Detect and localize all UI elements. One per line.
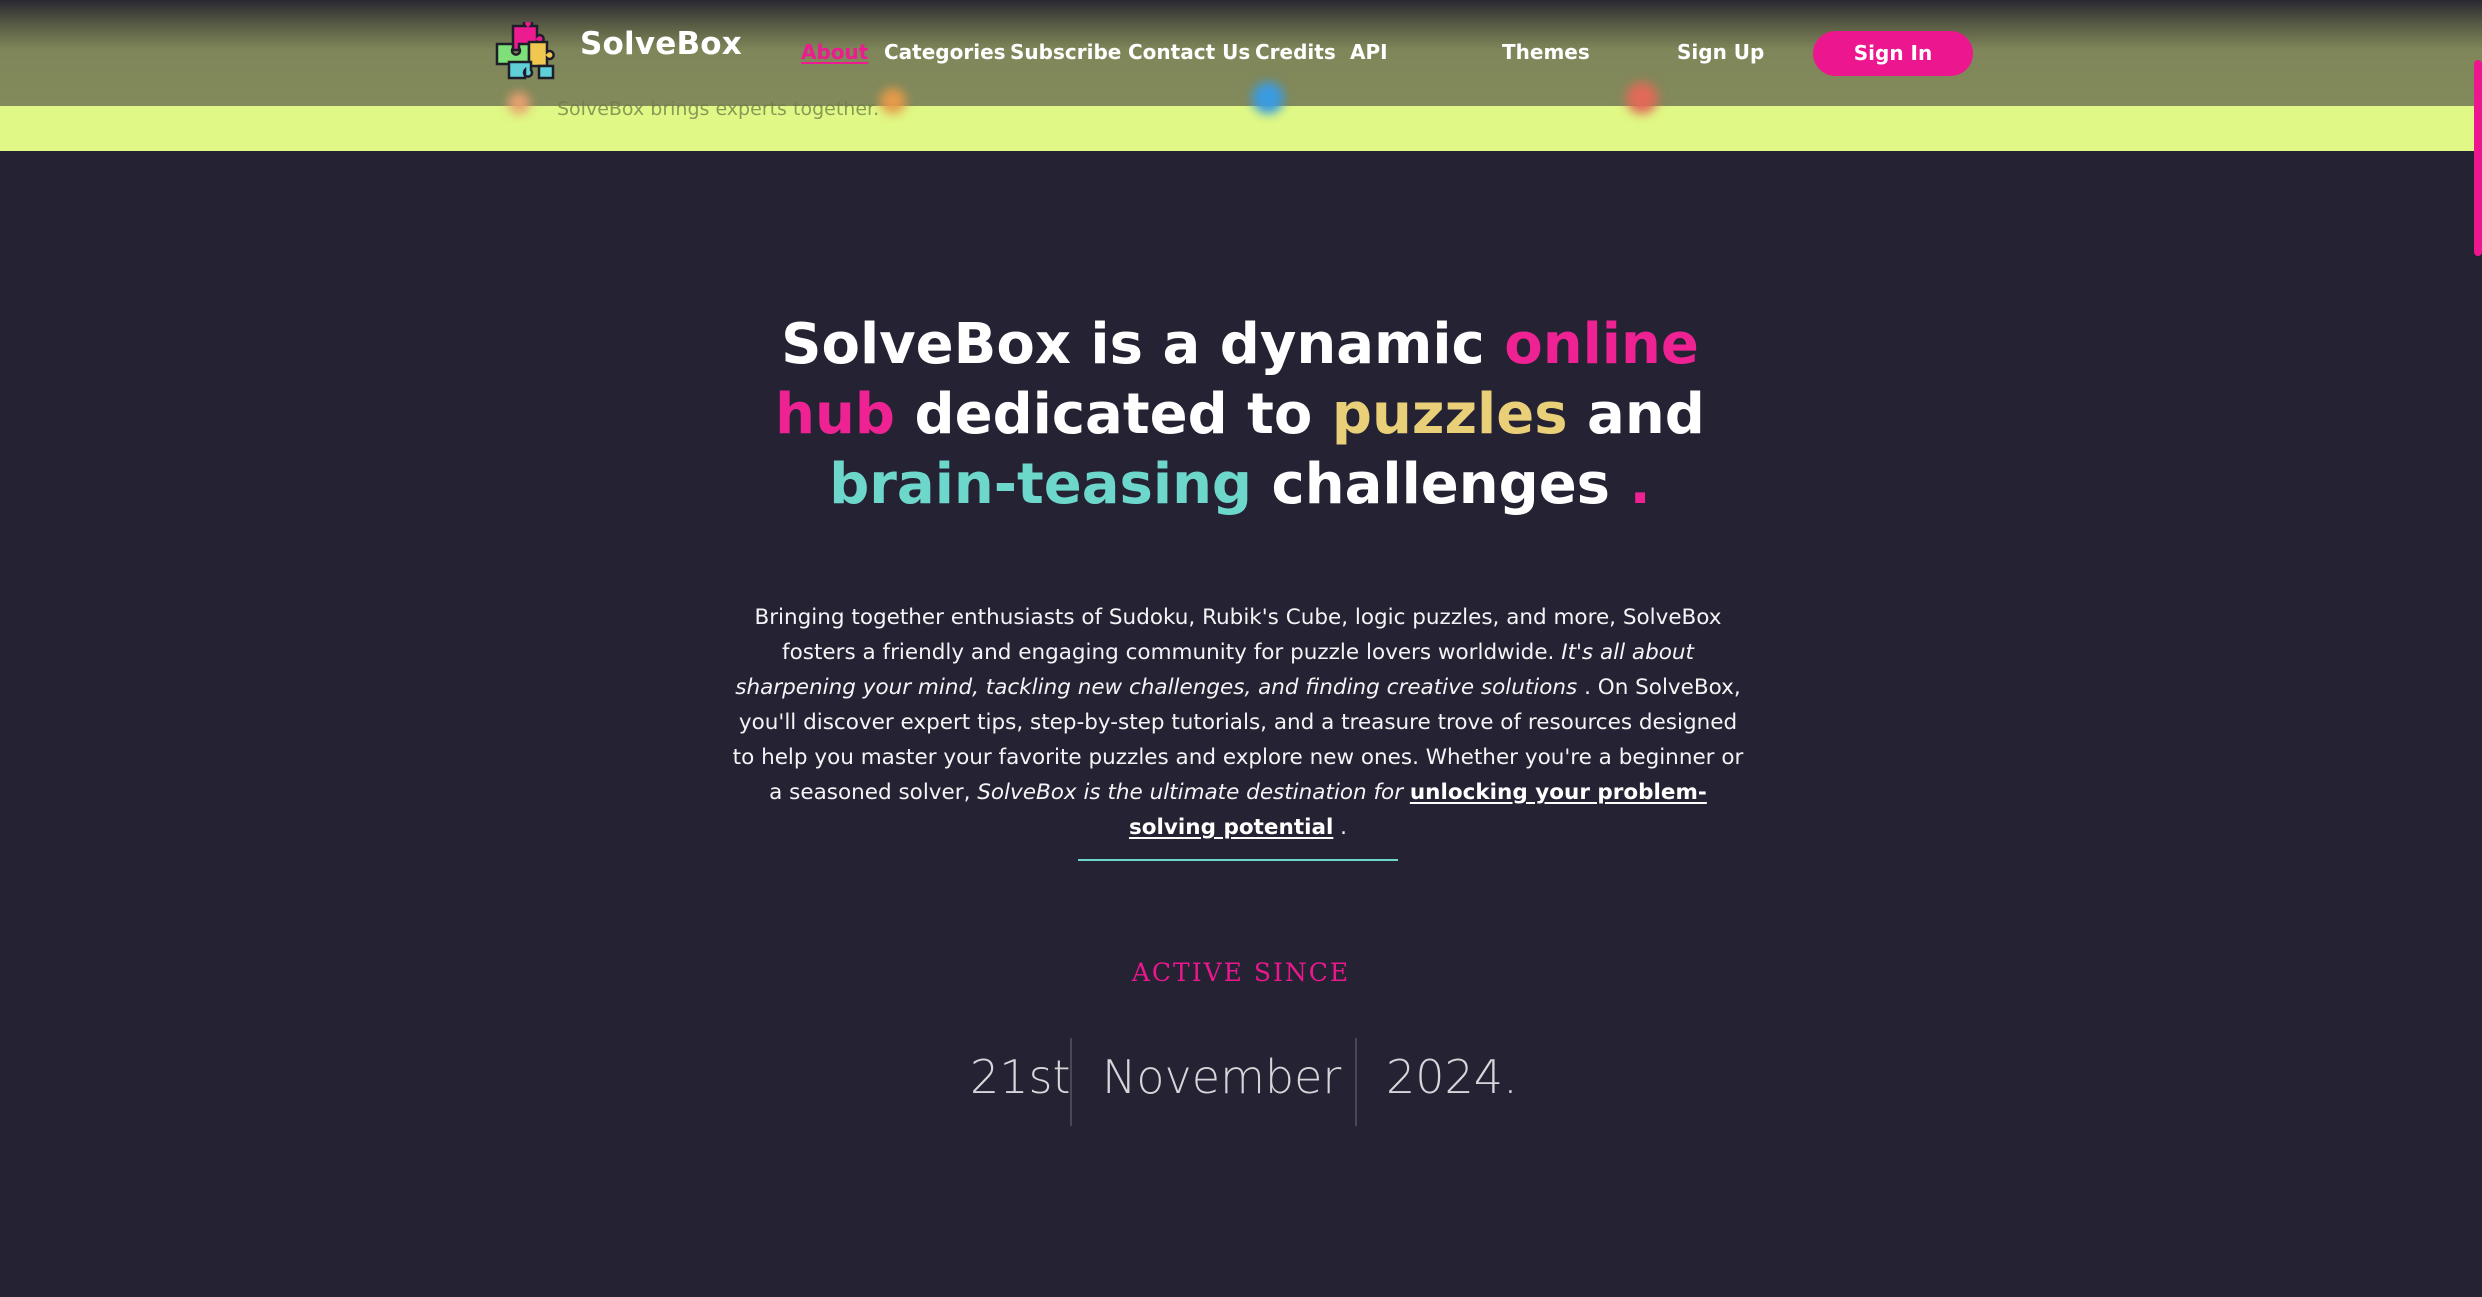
active-since-label: ACTIVE SINCE <box>1131 958 1351 987</box>
headline-highlight-puzzles: puzzles <box>1331 382 1568 447</box>
date-separator <box>1355 1038 1357 1126</box>
ghost-decoration <box>1626 82 1658 114</box>
hero-description: Bringing together enthusiasts of Sudoku,… <box>730 600 1746 845</box>
date-separator <box>1070 1038 1072 1126</box>
nav-categories[interactable]: Categories <box>884 40 1006 64</box>
scrollbar-thumb[interactable] <box>2474 60 2482 256</box>
announcement-band <box>0 106 2482 151</box>
ghost-decoration <box>1252 82 1284 114</box>
active-since-day: 21st <box>970 1050 1071 1104</box>
nav-credits[interactable]: Credits <box>1255 40 1336 64</box>
ghost-decoration <box>880 88 906 114</box>
hero-headline: SolveBox is a dynamic online hub dedicat… <box>760 310 1720 520</box>
headline-text: and <box>1567 382 1705 447</box>
sign-in-button[interactable]: Sign In <box>1813 31 1973 76</box>
active-since-year: 2024. <box>1386 1050 1518 1104</box>
active-since-month: November <box>1102 1050 1342 1104</box>
ghost-decoration <box>508 92 530 114</box>
nav-about[interactable]: About <box>801 40 868 64</box>
ghost-tagline: SolveBox brings experts together. <box>557 98 880 120</box>
brand-name[interactable]: SolveBox <box>580 26 742 62</box>
section-divider <box>1078 859 1398 861</box>
headline-text: dedicated to <box>895 382 1332 447</box>
nav-sign-up[interactable]: Sign Up <box>1677 40 1764 64</box>
puzzle-pieces-icon[interactable] <box>495 18 563 84</box>
headline-text: challenges <box>1252 452 1630 517</box>
headline-highlight-brain-teasing: brain-teasing <box>829 452 1253 517</box>
nav-contact-us[interactable]: Contact Us <box>1128 40 1250 64</box>
description-emphasis: SolveBox is the ultimate destination for <box>977 780 1410 805</box>
headline-text: SolveBox is a dynamic <box>781 312 1505 377</box>
nav-themes[interactable]: Themes <box>1502 40 1590 64</box>
headline-period: . <box>1629 452 1651 517</box>
nav-api[interactable]: API <box>1350 40 1388 64</box>
nav-subscribe[interactable]: Subscribe <box>1010 40 1121 64</box>
description-text: . <box>1333 815 1348 840</box>
